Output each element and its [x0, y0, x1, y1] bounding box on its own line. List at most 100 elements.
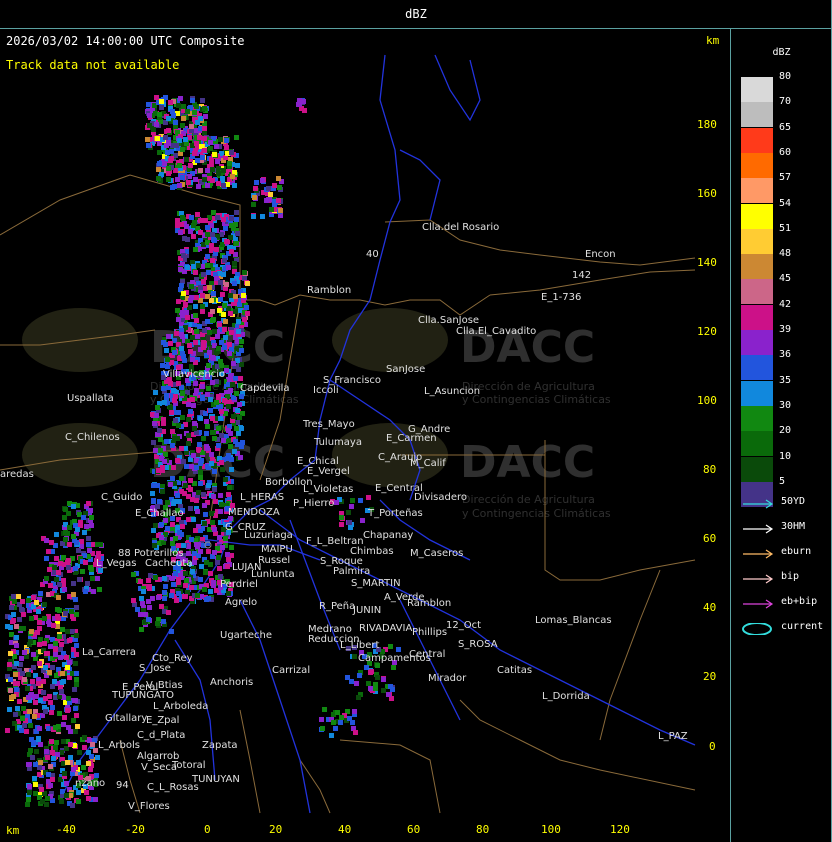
track-arrow-icon — [743, 549, 774, 559]
legend-track-eburn: eburn — [741, 546, 831, 560]
legend-swatch-42 — [741, 304, 773, 330]
legend-label-30: 30 — [779, 399, 792, 411]
place-label: E_Carmen — [386, 433, 437, 444]
track-arrow-icon — [743, 524, 774, 534]
place-label: 12_Oct — [446, 620, 481, 631]
place-label: La_Carrera — [82, 647, 136, 658]
place-label: Luzuriaga — [244, 530, 293, 541]
y-tick-160: 160 — [697, 187, 717, 200]
place-label: C_L_Rosas — [147, 782, 199, 793]
place-label: JUNIN — [352, 605, 381, 616]
y-tick-0: 0 — [709, 740, 716, 753]
place-label: P_Hierro — [293, 498, 334, 509]
legend-label-10: 10 — [779, 450, 792, 462]
place-label: Tres_Mayo — [302, 419, 355, 430]
place-label: Zapata — [202, 740, 238, 751]
legend-label-20: 20 — [779, 425, 792, 437]
place-labels: Clla.del Rosario Encon 142 E_1-736 Ramblon 40… — [0, 222, 688, 812]
place-label: R_Peña — [319, 601, 355, 612]
track-arrow-icon — [743, 499, 774, 509]
legend-swatch-57 — [741, 178, 773, 204]
place-label: S_MARTIN — [351, 578, 401, 589]
legend-track-label: current — [781, 621, 824, 632]
x-tick-120: 120 — [610, 823, 630, 836]
legend-swatch-54 — [741, 203, 773, 229]
legend-title: dBZ — [772, 47, 791, 58]
place-label: Clla.SanJose — [418, 315, 479, 326]
legend-track-label: 50YD — [781, 496, 806, 507]
place-label: SanJose — [386, 364, 425, 375]
y-tick-20: 20 — [703, 670, 717, 683]
legend-track-current: current — [741, 621, 831, 635]
place-label: V_Flores — [128, 801, 170, 812]
legend-label-39: 39 — [779, 324, 792, 335]
place-label: C_Chilenos — [65, 432, 120, 443]
place-label: MAIPU — [261, 544, 293, 555]
place-label: V_Seca — [141, 762, 177, 773]
place-label: S_ROSA — [458, 639, 498, 650]
x-tick-40: 40 — [338, 823, 352, 836]
place-label: E_Vergel — [307, 466, 350, 477]
legend-swatch-48 — [741, 254, 773, 280]
legend-track-label: eb+bip — [781, 596, 818, 607]
y-tick-120: 120 — [697, 325, 717, 338]
x-tick-100: 100 — [541, 823, 561, 836]
legend-swatch-45 — [741, 279, 773, 305]
x-tick-80: 80 — [476, 823, 490, 836]
place-label: Lomas_Blancas — [535, 615, 612, 626]
place-label: L_Arboleda — [153, 701, 208, 712]
legend-label-35: 35 — [779, 374, 792, 386]
legend-track-label: bip — [781, 571, 800, 582]
place-label: E_Challao — [135, 508, 184, 519]
track-arrow-icon — [743, 599, 774, 609]
radar-map[interactable]: DACC DACC DACC DACC Dirección de Agricul… — [0, 29, 730, 842]
y-tick-180: 180 — [697, 118, 717, 131]
track-arrow-icon — [743, 574, 774, 584]
place-label: C_d_Plata — [137, 730, 185, 741]
legend-label-80: 80 — [779, 71, 792, 82]
track-status-label: Track data not available — [6, 58, 180, 72]
place-label: M_Caseros — [410, 548, 463, 559]
place-label: Palmira — [333, 566, 370, 577]
place-label: Agrelo — [225, 597, 257, 608]
legend-track-30hm: 30HM — [741, 521, 831, 535]
y-tick-60: 60 — [703, 532, 717, 545]
legend-swatch-39 — [741, 330, 773, 355]
legend-track-label: 30HM — [781, 521, 806, 532]
legend-label-51: 51 — [779, 222, 792, 234]
place-label: 94 — [116, 780, 129, 791]
title-bar: dBZ — [405, 7, 427, 21]
x-tick-60: 60 — [407, 823, 421, 836]
legend-track-eb-bip: eb+bip — [741, 596, 831, 610]
legend-swatch-36 — [741, 355, 773, 381]
y-tick-140: 140 — [697, 256, 717, 269]
x-axis-unit: km — [6, 824, 20, 837]
place-label: L_Arbols — [98, 740, 140, 751]
place-label: aredas — [0, 469, 34, 480]
place-label: L_Libert — [340, 640, 380, 651]
y-tick-80: 80 — [703, 463, 717, 476]
place-label: MENDOZA — [228, 507, 280, 518]
place-label: Tulumaya — [313, 437, 362, 448]
place-label: L_Asuncion — [424, 386, 480, 397]
place-label: Divisadero — [414, 492, 467, 503]
place-label: L_PAZ — [658, 731, 688, 742]
place-label: nzano — [75, 778, 105, 789]
place-label: Phillips — [412, 627, 447, 638]
legend-label-60: 60 — [779, 146, 792, 158]
place-label: S_Jose — [139, 663, 171, 674]
place-label: E_Zpal — [146, 715, 179, 726]
legend-swatch-70 — [741, 102, 773, 128]
place-label: L_HERAS — [240, 492, 284, 503]
legend-label-48: 48 — [779, 248, 792, 260]
place-label: Ramblon — [407, 598, 451, 609]
y-tick-40: 40 — [703, 601, 717, 614]
x-tick-neg40: -40 — [56, 823, 76, 836]
place-label: 40 — [366, 249, 379, 260]
place-label: Gltallary — [105, 713, 147, 724]
legend-label-42: 42 — [779, 298, 792, 310]
legend-swatch-65 — [741, 127, 773, 153]
place-label: RIVADAVIA — [359, 623, 412, 634]
legend-label-36: 36 — [779, 349, 792, 361]
legend-label-45: 45 — [779, 273, 792, 285]
